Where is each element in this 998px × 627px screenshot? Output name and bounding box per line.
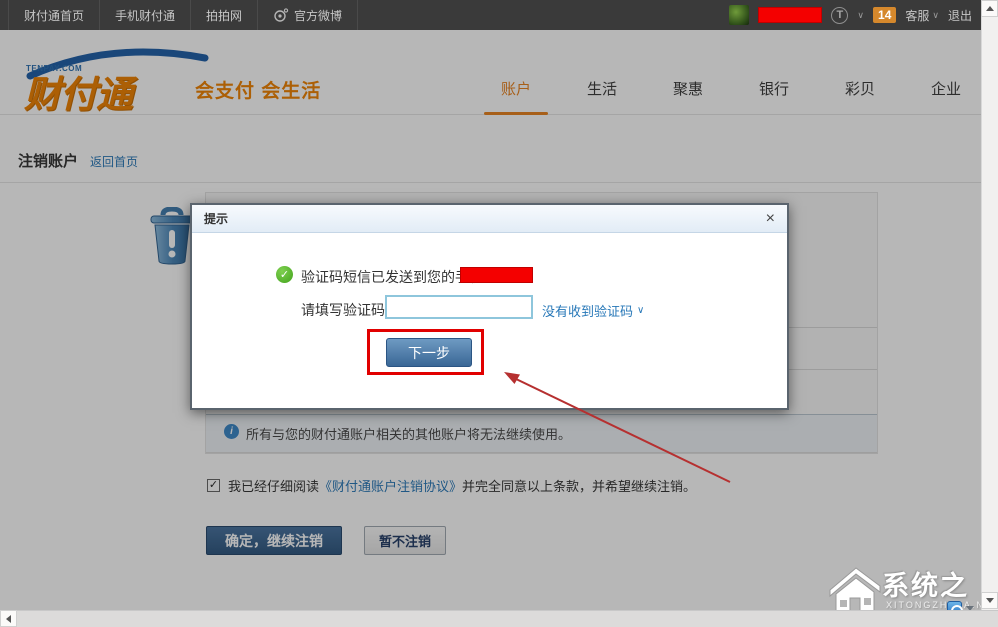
top-utility-bar: 财付通首页 手机财付通 拍拍网 官方微博 T ∨ 14 客服 ∨ 退出 <box>0 0 998 30</box>
left-arrow-icon <box>6 615 11 623</box>
t-glyph: T <box>837 9 844 21</box>
topbar-link-weibo[interactable]: 官方微博 <box>258 0 358 30</box>
success-check-icon: ✓ <box>276 266 293 283</box>
topbar-links: 财付通首页 手机财付通 拍拍网 官方微博 <box>0 0 358 30</box>
dialog-titlebar: 提示 × <box>192 205 787 233</box>
topbar-link-home[interactable]: 财付通首页 <box>8 0 100 30</box>
weibo-icon <box>273 7 289 23</box>
topbar-link-label: 手机财付通 <box>115 7 175 24</box>
phone-redaction-bar <box>460 267 533 283</box>
message-count-badge[interactable]: 14 <box>873 7 896 23</box>
up-arrow-icon <box>986 6 994 11</box>
chevron-down-icon: ∨ <box>932 10 939 21</box>
scroll-up-button[interactable] <box>981 0 998 17</box>
vertical-scrollbar[interactable] <box>981 0 998 610</box>
topbar-link-label: 拍拍网 <box>206 7 242 24</box>
dialog-title: 提示 <box>204 210 228 227</box>
verification-dialog: 提示 × ✓ 验证码短信已发送到您的手机 请填写验证码： 没有收到验证码 ∨ 下… <box>190 203 789 410</box>
tenpay-balance-icon[interactable]: T <box>831 7 848 24</box>
topbar-account-area: T ∨ 14 客服 ∨ 退出 <box>729 0 998 30</box>
topbar-link-paipai[interactable]: 拍拍网 <box>191 0 258 30</box>
close-icon[interactable]: × <box>766 211 775 227</box>
no-code-label: 没有收到验证码 <box>542 301 633 320</box>
scroll-down-button[interactable] <box>981 592 998 609</box>
customer-service-label: 客服 <box>905 7 929 24</box>
next-step-button[interactable]: 下一步 <box>386 338 472 367</box>
user-avatar[interactable] <box>729 5 749 25</box>
chevron-down-icon[interactable]: ∨ <box>857 10 864 21</box>
no-code-received-link[interactable]: 没有收到验证码 ∨ <box>542 301 644 320</box>
scroll-left-button[interactable] <box>0 610 17 627</box>
chevron-down-icon: ∨ <box>637 305 644 316</box>
sms-sent-message: 验证码短信已发送到您的手机 <box>301 267 483 287</box>
customer-service-menu[interactable]: 客服 ∨ <box>905 7 939 24</box>
verification-code-input[interactable] <box>385 295 533 319</box>
topbar-link-label: 官方微博 <box>294 7 342 24</box>
logout-label: 退出 <box>948 7 972 24</box>
username-redaction-bar <box>758 7 822 23</box>
topbar-link-mobile[interactable]: 手机财付通 <box>100 0 191 30</box>
down-arrow-icon <box>986 598 994 603</box>
horizontal-scrollbar[interactable] <box>0 610 998 627</box>
topbar-link-label: 财付通首页 <box>24 7 84 24</box>
logout-link[interactable]: 退出 <box>948 7 972 24</box>
checkmark-glyph: ✓ <box>280 268 289 281</box>
